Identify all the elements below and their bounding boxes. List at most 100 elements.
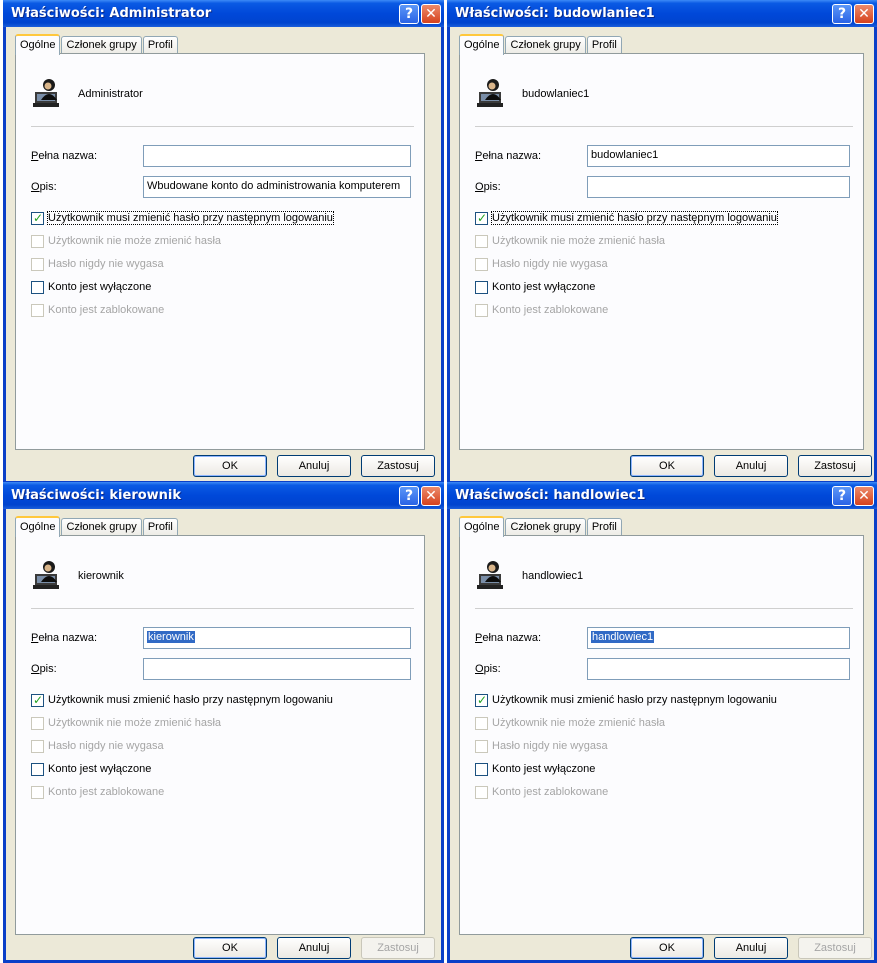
title-bar[interactable]: Właściwości: Administrator ? ✕: [3, 0, 444, 27]
checkbox-account-disabled[interactable]: Konto jest wyłączone: [475, 762, 595, 776]
tab-general[interactable]: Ogólne: [15, 516, 61, 537]
close-button[interactable]: ✕: [421, 4, 441, 24]
window-title: Właściwości: handlowiec1: [455, 488, 646, 503]
help-button[interactable]: ?: [832, 486, 852, 506]
apply-button: Zastosuj: [798, 937, 872, 959]
description-input[interactable]: [587, 658, 850, 680]
tab-general[interactable]: Ogólne: [15, 34, 61, 55]
description-input[interactable]: Wbudowane konto do administrowania kompu…: [143, 176, 411, 198]
tab-panel-general: kierownik Pełna nazwa: kierownik Opis: U…: [15, 535, 425, 935]
ok-button[interactable]: OK: [630, 455, 704, 477]
checkbox-box: [475, 234, 488, 248]
separator: [31, 126, 414, 127]
dialog-handlowiec1: Właściwości: handlowiec1 ? ✕ Ogólne Czło…: [447, 482, 877, 963]
checkbox-cannot-change-password: Użytkownik nie może zmienić hasła: [475, 234, 665, 248]
checkbox-box[interactable]: [31, 211, 44, 225]
checkbox-box: [31, 739, 44, 753]
description-label: Opis:: [475, 663, 501, 675]
user-computer-icon: [477, 561, 503, 589]
tab-profile[interactable]: Profil: [142, 36, 178, 54]
checkbox-box: [475, 303, 488, 317]
tab-group-membership[interactable]: Członek grupy: [505, 518, 586, 536]
checkbox-cannot-change-password: Użytkownik nie może zmienić hasła: [31, 234, 221, 248]
tab-panel-general: handlowiec1 Pełna nazwa: handlowiec1 Opi…: [459, 535, 864, 935]
tab-general[interactable]: Ogólne: [459, 516, 505, 537]
full-name-label: Pełna nazwa:: [475, 150, 542, 162]
tab-group-membership[interactable]: Członek grupy: [61, 518, 142, 536]
checkbox-box: [31, 257, 44, 271]
description-label: Opis:: [31, 181, 57, 193]
user-computer-icon: [33, 561, 59, 589]
close-button[interactable]: ✕: [421, 486, 441, 506]
tab-strip: Ogólne Członek grupy Profil: [15, 33, 179, 55]
checkbox-box[interactable]: [475, 211, 488, 225]
checkbox-box: [475, 257, 488, 271]
full-name-input[interactable]: kierownik: [143, 627, 411, 649]
dialog-kierownik: Właściwości: kierownik ? ✕ Ogólne Człone…: [3, 482, 444, 963]
ok-button[interactable]: OK: [630, 937, 704, 959]
full-name-input[interactable]: budowlaniec1: [587, 145, 850, 167]
tab-panel-general: Administrator Pełna nazwa: Opis: Wbudowa…: [15, 53, 425, 450]
checkbox-box[interactable]: [31, 762, 44, 776]
checkbox-box[interactable]: [475, 693, 488, 707]
tab-profile[interactable]: Profil: [586, 36, 622, 54]
description-input[interactable]: [143, 658, 411, 680]
close-button[interactable]: ✕: [854, 486, 874, 506]
cancel-button[interactable]: Anuluj: [277, 455, 351, 477]
cancel-button[interactable]: Anuluj: [714, 455, 788, 477]
checkbox-must-change-password[interactable]: Użytkownik musi zmienić hasło przy nastę…: [475, 693, 777, 707]
checkbox-must-change-password[interactable]: Użytkownik musi zmienić hasło przy nastę…: [475, 211, 778, 225]
user-computer-icon: [477, 79, 503, 107]
apply-button[interactable]: Zastosuj: [798, 455, 872, 477]
checkbox-box[interactable]: [31, 280, 44, 294]
user-name-label: kierownik: [78, 570, 124, 582]
cancel-button[interactable]: Anuluj: [714, 937, 788, 959]
help-button[interactable]: ?: [832, 4, 852, 24]
tab-group-membership[interactable]: Członek grupy: [505, 36, 586, 54]
window-title: Właściwości: kierownik: [11, 488, 182, 503]
tab-group-membership[interactable]: Członek grupy: [61, 36, 142, 54]
full-name-input[interactable]: handlowiec1: [587, 627, 850, 649]
tab-panel-general: budowlaniec1 Pełna nazwa: budowlaniec1 O…: [459, 53, 864, 450]
checkbox-account-disabled[interactable]: Konto jest wyłączone: [31, 762, 151, 776]
tab-profile[interactable]: Profil: [142, 518, 178, 536]
checkbox-password-never-expires: Hasło nigdy nie wygasa: [31, 739, 164, 753]
checkbox-password-never-expires: Hasło nigdy nie wygasa: [475, 257, 608, 271]
full-name-label: Pełna nazwa:: [31, 150, 98, 162]
checkbox-password-never-expires: Hasło nigdy nie wygasa: [475, 739, 608, 753]
checkbox-account-disabled[interactable]: Konto jest wyłączone: [475, 280, 595, 294]
full-name-input[interactable]: [143, 145, 411, 167]
checkbox-box[interactable]: [475, 762, 488, 776]
ok-button[interactable]: OK: [193, 455, 267, 477]
tab-strip: Ogólne Członek grupy Profil: [15, 515, 179, 537]
checkbox-box[interactable]: [475, 280, 488, 294]
tab-general[interactable]: Ogólne: [459, 34, 505, 55]
checkbox-box: [475, 785, 488, 799]
ok-button[interactable]: OK: [193, 937, 267, 959]
window-title: Właściwości: Administrator: [11, 6, 212, 21]
full-name-label: Pełna nazwa:: [31, 632, 98, 644]
checkbox-box[interactable]: [31, 693, 44, 707]
cancel-button[interactable]: Anuluj: [277, 937, 351, 959]
title-bar[interactable]: Właściwości: kierownik ? ✕: [3, 482, 444, 509]
description-input[interactable]: [587, 176, 850, 198]
checkbox-must-change-password[interactable]: Użytkownik musi zmienić hasło przy nastę…: [31, 693, 333, 707]
title-bar[interactable]: Właściwości: handlowiec1 ? ✕: [447, 482, 877, 509]
checkbox-account-locked: Konto jest zablokowane: [475, 303, 608, 317]
checkbox-must-change-password[interactable]: Użytkownik musi zmienić hasło przy nastę…: [31, 211, 334, 225]
window-title: Właściwości: budowlaniec1: [455, 6, 655, 21]
apply-button[interactable]: Zastosuj: [361, 455, 435, 477]
close-button[interactable]: ✕: [854, 4, 874, 24]
separator: [475, 608, 853, 609]
description-label: Opis:: [31, 663, 57, 675]
tab-profile[interactable]: Profil: [586, 518, 622, 536]
checkbox-account-locked: Konto jest zablokowane: [31, 785, 164, 799]
help-button[interactable]: ?: [399, 486, 419, 506]
checkbox-password-never-expires: Hasło nigdy nie wygasa: [31, 257, 164, 271]
help-button[interactable]: ?: [399, 4, 419, 24]
checkbox-box: [31, 716, 44, 730]
checkbox-account-disabled[interactable]: Konto jest wyłączone: [31, 280, 151, 294]
dialog-budowlaniec1: Właściwości: budowlaniec1 ? ✕ Ogólne Czł…: [447, 0, 877, 484]
full-name-label: Pełna nazwa:: [475, 632, 542, 644]
title-bar[interactable]: Właściwości: budowlaniec1 ? ✕: [447, 0, 877, 27]
